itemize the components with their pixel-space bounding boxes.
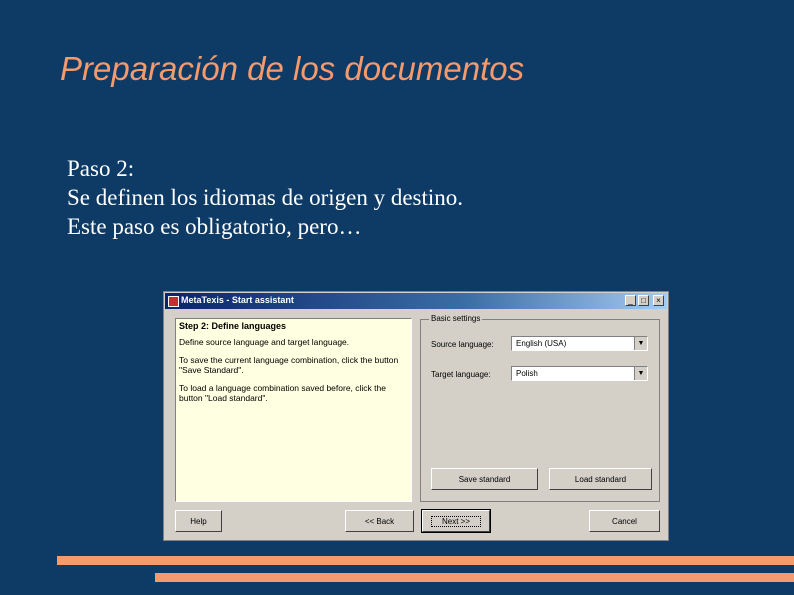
target-language-label: Target language: (431, 370, 491, 379)
target-language-value: Polish (516, 369, 538, 378)
step-title: Step 2: Define languages (179, 321, 287, 331)
instruction-line-1: Define source language and target langua… (179, 337, 350, 347)
target-language-select[interactable]: Polish ▼ (511, 366, 648, 381)
cancel-button[interactable]: Cancel (589, 510, 660, 532)
body-line-3: Este paso es obligatorio, pero… (67, 214, 362, 239)
instructions-panel: Step 2: Define languages Define source l… (175, 318, 412, 502)
group-label: Basic settings (429, 314, 483, 323)
chevron-down-icon[interactable]: ▼ (634, 337, 647, 350)
maximize-button[interactable]: □ (638, 295, 649, 306)
slide-title: Preparación de los documentos (60, 50, 525, 87)
slide-body: Paso 2: Se definen los idiomas de origen… (67, 154, 463, 241)
back-button[interactable]: << Back (345, 510, 414, 532)
start-assistant-window: MetaTexis - Start assistant _ □ × Step 2… (163, 291, 669, 541)
source-language-value: English (USA) (516, 339, 567, 348)
minimize-button[interactable]: _ (625, 295, 636, 306)
instruction-line-2: To save the current language combination… (179, 355, 399, 375)
app-icon (168, 296, 179, 307)
save-standard-button[interactable]: Save standard (431, 468, 538, 490)
decorative-bar-bottom (155, 573, 794, 582)
load-standard-button[interactable]: Load standard (549, 468, 652, 490)
chevron-down-icon[interactable]: ▼ (634, 367, 647, 380)
next-button-label: Next >> (430, 515, 481, 527)
close-button[interactable]: × (653, 295, 664, 306)
source-language-label: Source language: (431, 340, 494, 349)
source-language-select[interactable]: English (USA) ▼ (511, 336, 648, 351)
basic-settings-group: Basic settings Source language: English … (420, 314, 660, 502)
body-line-2: Se definen los idiomas de origen y desti… (67, 185, 464, 210)
help-button[interactable]: Help (175, 510, 222, 532)
window-titlebar[interactable]: MetaTexis - Start assistant _ □ × (165, 293, 667, 309)
window-title: MetaTexis - Start assistant (181, 295, 294, 305)
instruction-line-3: To load a language combination saved bef… (179, 383, 386, 403)
next-button[interactable]: Next >> (421, 509, 491, 533)
body-line-1: Paso 2: (67, 156, 135, 181)
decorative-bar-top (57, 556, 794, 565)
